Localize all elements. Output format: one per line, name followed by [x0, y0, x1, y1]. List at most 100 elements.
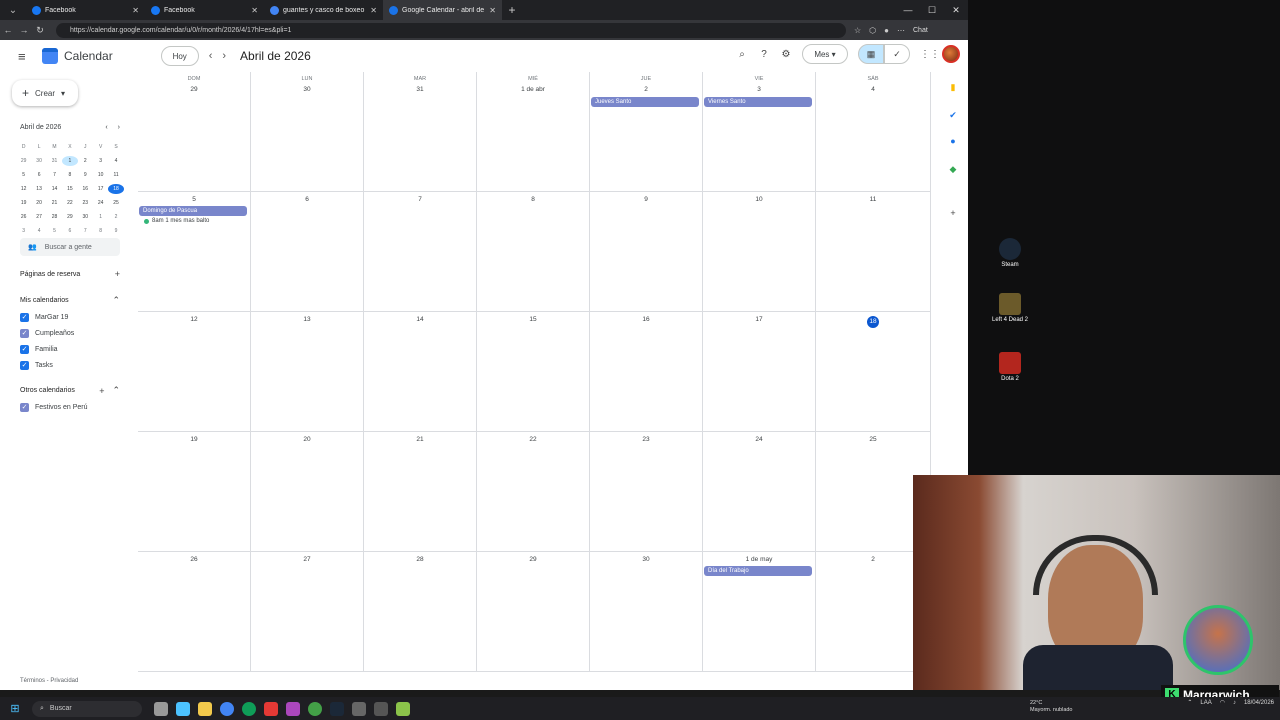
minimize-icon[interactable]: — [896, 0, 920, 20]
calendar-list-item[interactable]: ✓ Tasks [20, 361, 53, 370]
mini-day[interactable]: 1 [93, 214, 108, 220]
day-cell[interactable]: 12 [138, 312, 251, 432]
mini-prev-icon[interactable]: ‹ [105, 124, 107, 131]
collapse-other-chevron-icon[interactable]: ⌃ [112, 385, 120, 396]
tab-search-icon[interactable]: ⌄ [0, 0, 26, 20]
mini-day[interactable]: 19 [16, 200, 31, 206]
calendar-list-item[interactable]: ✓ Familia [20, 345, 58, 354]
mini-day[interactable]: 2 [78, 158, 93, 164]
windows-start-icon[interactable]: ⊞ [4, 702, 26, 715]
day-number[interactable]: 4 [816, 86, 930, 93]
add-other-calendar-icon[interactable]: + [99, 386, 104, 396]
desktop-icon-dota2[interactable]: Dota 2 [988, 352, 1032, 382]
day-number[interactable]: 10 [703, 196, 815, 203]
day-number[interactable]: 1 de abr [477, 86, 589, 93]
mini-day[interactable]: 3 [93, 158, 108, 164]
mini-day[interactable]: 25 [108, 200, 123, 206]
mini-day[interactable]: 24 [93, 200, 108, 206]
reload-icon[interactable]: ↻ [32, 25, 48, 36]
whatsapp-icon[interactable] [308, 701, 322, 716]
day-cell[interactable]: 22 [477, 432, 590, 552]
close-window-icon[interactable]: ✕ [944, 0, 968, 20]
my-calendars-section[interactable]: Mis calendarios ⌃ [20, 295, 120, 306]
maximize-icon[interactable]: ☐ [920, 0, 944, 20]
back-icon[interactable]: ← [0, 25, 16, 35]
day-cell[interactable]: 8 [477, 192, 590, 312]
calendar-view-icon[interactable]: ▦ [858, 44, 884, 64]
keep-icon[interactable]: ▮ [948, 82, 958, 92]
mini-day[interactable]: 1 [62, 156, 78, 166]
day-cell[interactable]: 14 [364, 312, 477, 432]
day-number[interactable]: 22 [477, 436, 589, 443]
day-number[interactable]: 23 [590, 436, 702, 443]
checkbox-checked-icon[interactable]: ✓ [20, 403, 29, 412]
mini-day[interactable]: 6 [62, 228, 77, 234]
app-icon[interactable] [396, 701, 410, 716]
day-number[interactable]: 1 de may [703, 556, 815, 563]
tasks-icon[interactable]: ✔ [948, 110, 958, 120]
day-cell[interactable]: 29 [477, 552, 590, 672]
mini-day[interactable]: 29 [16, 158, 31, 164]
desktop-icon-left4dead2[interactable]: Left 4 Dead 2 [988, 293, 1032, 323]
new-tab-button[interactable]: + [502, 3, 522, 17]
chrome-icon[interactable] [220, 701, 234, 716]
browser-tab[interactable]: Facebook ✕ [145, 0, 264, 20]
browser-tab[interactable]: guantes y casco de boxeo - Busca ✕ [264, 0, 383, 20]
day-cell[interactable]: 28 [364, 552, 477, 672]
calendar-list-item[interactable]: ✓ Cumpleaños [20, 329, 74, 338]
mini-day[interactable]: 30 [78, 214, 93, 220]
mini-day[interactable]: 15 [62, 186, 77, 192]
mini-day[interactable]: 18 [108, 184, 124, 194]
day-number[interactable]: 9 [590, 196, 702, 203]
mini-day[interactable]: 5 [16, 172, 31, 178]
day-number[interactable]: 20 [251, 436, 363, 443]
calendar-list-item[interactable]: ✓ Festivos en Perú [20, 403, 88, 412]
prev-month-icon[interactable]: ‹ [209, 50, 213, 62]
day-number[interactable]: 3 [703, 86, 815, 93]
day-number[interactable]: 8 [477, 196, 589, 203]
day-number[interactable]: 24 [703, 436, 815, 443]
browser-tab[interactable]: Facebook ✕ [26, 0, 145, 20]
day-number[interactable]: 7 [364, 196, 476, 203]
checkbox-checked-icon[interactable]: ✓ [20, 345, 29, 354]
day-cell[interactable]: 16 [590, 312, 703, 432]
day-cell[interactable]: 6 [251, 192, 364, 312]
checkbox-checked-icon[interactable]: ✓ [20, 329, 29, 338]
tab-close-icon[interactable]: ✕ [370, 6, 377, 15]
day-cell[interactable]: VIE 3 [703, 72, 816, 192]
checkbox-checked-icon[interactable]: ✓ [20, 361, 29, 370]
maps-icon[interactable]: ◆ [948, 164, 958, 174]
create-button[interactable]: + Crear ▾ [12, 80, 78, 106]
mini-next-icon[interactable]: › [118, 124, 120, 131]
search-people-field[interactable]: 👥 Buscar a gente [20, 238, 120, 256]
day-number[interactable]: 21 [364, 436, 476, 443]
day-number[interactable]: 29 [477, 556, 589, 563]
task-view-icon[interactable] [154, 701, 168, 716]
add-booking-icon[interactable]: + [115, 269, 120, 279]
day-cell[interactable]: LUN 30 [251, 72, 364, 192]
mini-day[interactable]: 30 [31, 158, 46, 164]
day-number[interactable]: 15 [477, 316, 589, 323]
booking-pages-section[interactable]: Páginas de reserva + [20, 269, 120, 279]
day-cell[interactable]: 15 [477, 312, 590, 432]
wifi-icon[interactable]: ◠ [1220, 699, 1225, 706]
view-selector[interactable]: Mes ▾ [802, 44, 848, 64]
mini-day[interactable]: 12 [16, 186, 31, 192]
day-cell[interactable]: 23 [590, 432, 703, 552]
mini-day[interactable]: 31 [47, 158, 62, 164]
day-number[interactable]: 31 [364, 86, 476, 93]
browser-tab[interactable]: Google Calendar - abril de 2026 ✕ [383, 0, 502, 20]
calendar-logo-icon[interactable] [42, 48, 58, 64]
day-number[interactable]: 12 [138, 316, 250, 323]
mini-day[interactable]: 5 [47, 228, 62, 234]
clock-date[interactable]: 18/04/2026 [1244, 700, 1274, 706]
day-cell[interactable]: MAR 31 [364, 72, 477, 192]
mini-day[interactable]: 16 [78, 186, 93, 192]
day-number[interactable]: 17 [703, 316, 815, 323]
all-day-event[interactable]: Viernes Santo [704, 97, 812, 107]
bookmark-star-icon[interactable]: ☆ [854, 26, 861, 35]
day-cell[interactable]: 18 [816, 312, 931, 432]
mini-day[interactable]: 29 [62, 214, 77, 220]
mini-day[interactable]: 21 [47, 200, 62, 206]
all-day-event[interactable]: Domingo de Pascua [139, 206, 247, 216]
